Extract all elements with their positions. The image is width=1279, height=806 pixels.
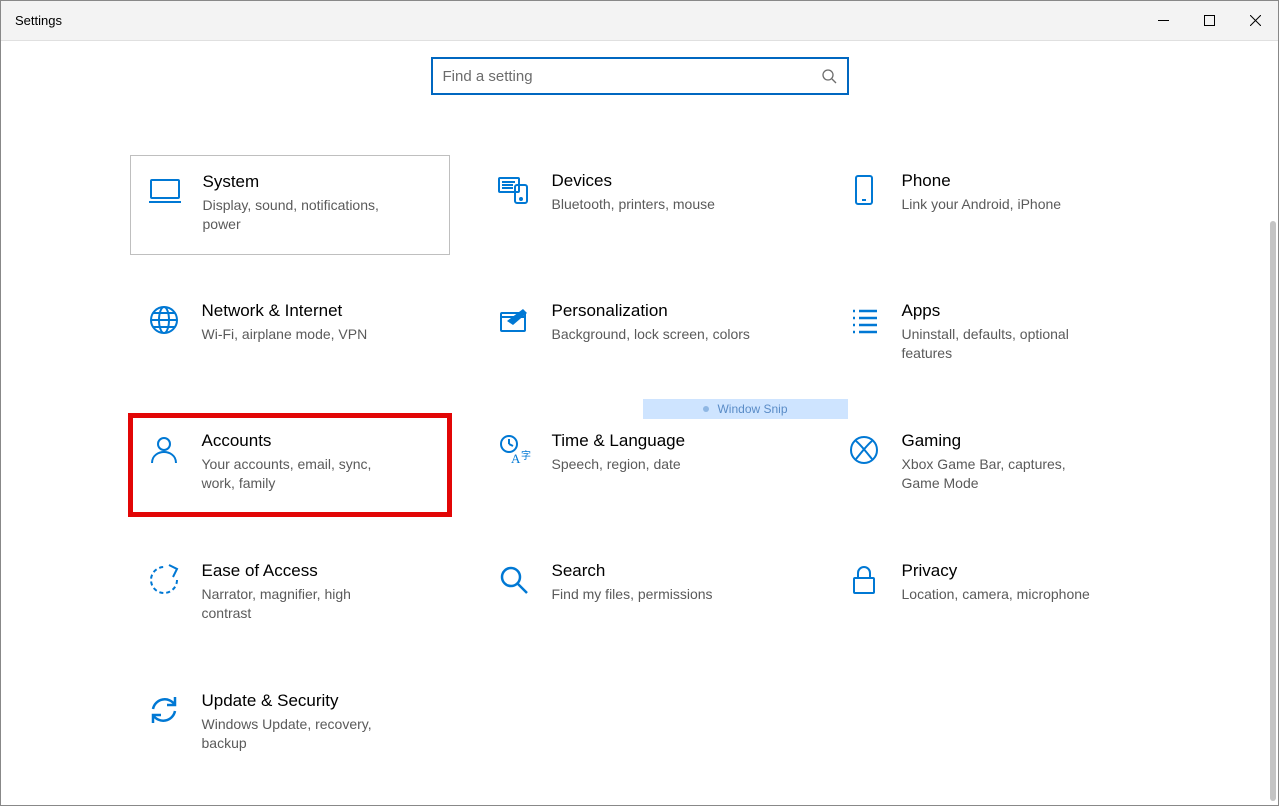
tile-desc: Wi-Fi, airplane mode, VPN	[202, 325, 368, 344]
search-box[interactable]	[431, 57, 849, 95]
window-controls	[1140, 1, 1278, 40]
tile-desc: Xbox Game Bar, captures, Game Mode	[902, 455, 1102, 493]
tile-title: Apps	[902, 301, 1102, 321]
tile-desc: Narrator, magnifier, high contrast	[202, 585, 402, 623]
ease-icon	[144, 563, 184, 597]
tile-desc: Windows Update, recovery, backup	[202, 715, 402, 753]
svg-text:A: A	[511, 451, 521, 466]
tile-title: System	[203, 172, 403, 192]
tile-desc: Location, camera, microphone	[902, 585, 1090, 604]
search-category-icon	[494, 563, 534, 597]
tile-title: Personalization	[552, 301, 750, 321]
person-icon	[144, 433, 184, 467]
devices-icon	[494, 173, 534, 207]
tile-title: Gaming	[902, 431, 1102, 451]
paint-icon	[494, 303, 534, 337]
tile-desc: Your accounts, email, sync, work, family	[202, 455, 402, 493]
tile-title: Update & Security	[202, 691, 402, 711]
tile-title: Search	[552, 561, 713, 581]
tile-devices[interactable]: Devices Bluetooth, printers, mouse	[480, 155, 800, 255]
sync-icon	[144, 693, 184, 727]
tile-search[interactable]: Search Find my files, permissions	[480, 545, 800, 645]
scrollbar[interactable]	[1270, 221, 1276, 801]
tile-apps[interactable]: Apps Uninstall, defaults, optional featu…	[830, 285, 1150, 385]
tile-title: Privacy	[902, 561, 1090, 581]
tile-desc: Bluetooth, printers, mouse	[552, 195, 715, 214]
tile-desc: Display, sound, notifications, power	[203, 196, 403, 234]
phone-icon	[844, 173, 884, 207]
tile-system[interactable]: System Display, sound, notifications, po…	[130, 155, 450, 255]
tile-accounts[interactable]: Accounts Your accounts, email, sync, wor…	[130, 415, 450, 515]
content-area: System Display, sound, notifications, po…	[1, 41, 1278, 805]
window-title: Settings	[15, 13, 62, 28]
apps-icon	[844, 303, 884, 337]
xbox-icon	[844, 433, 884, 467]
minimize-button[interactable]	[1140, 1, 1186, 40]
search-input[interactable]	[443, 68, 821, 85]
search-icon	[821, 68, 837, 84]
tile-privacy[interactable]: Privacy Location, camera, microphone	[830, 545, 1150, 645]
tile-title: Ease of Access	[202, 561, 402, 581]
time-language-icon: A字	[494, 433, 534, 467]
titlebar: Settings	[1, 1, 1278, 41]
tile-desc: Find my files, permissions	[552, 585, 713, 604]
tile-title: Accounts	[202, 431, 402, 451]
tile-title: Phone	[902, 171, 1062, 191]
tile-desc: Speech, region, date	[552, 455, 686, 474]
tile-phone[interactable]: Phone Link your Android, iPhone	[830, 155, 1150, 255]
tile-title: Time & Language	[552, 431, 686, 451]
tile-title: Devices	[552, 171, 715, 191]
tile-title: Network & Internet	[202, 301, 368, 321]
settings-grid: System Display, sound, notifications, po…	[130, 155, 1150, 775]
lock-icon	[844, 563, 884, 597]
tile-ease-of-access[interactable]: Ease of Access Narrator, magnifier, high…	[130, 545, 450, 645]
close-button[interactable]	[1232, 1, 1278, 40]
tile-update-security[interactable]: Update & Security Windows Update, recove…	[130, 675, 450, 775]
tile-desc: Link your Android, iPhone	[902, 195, 1062, 214]
tile-desc: Uninstall, defaults, optional features	[902, 325, 1102, 363]
svg-text:字: 字	[521, 449, 531, 462]
maximize-button[interactable]	[1186, 1, 1232, 40]
globe-icon	[144, 303, 184, 337]
tile-time-language[interactable]: A字 Time & Language Speech, region, date	[480, 415, 800, 515]
system-icon	[145, 174, 185, 208]
tile-personalization[interactable]: Personalization Background, lock screen,…	[480, 285, 800, 385]
tile-gaming[interactable]: Gaming Xbox Game Bar, captures, Game Mod…	[830, 415, 1150, 515]
tile-desc: Background, lock screen, colors	[552, 325, 750, 344]
tile-network[interactable]: Network & Internet Wi-Fi, airplane mode,…	[130, 285, 450, 385]
